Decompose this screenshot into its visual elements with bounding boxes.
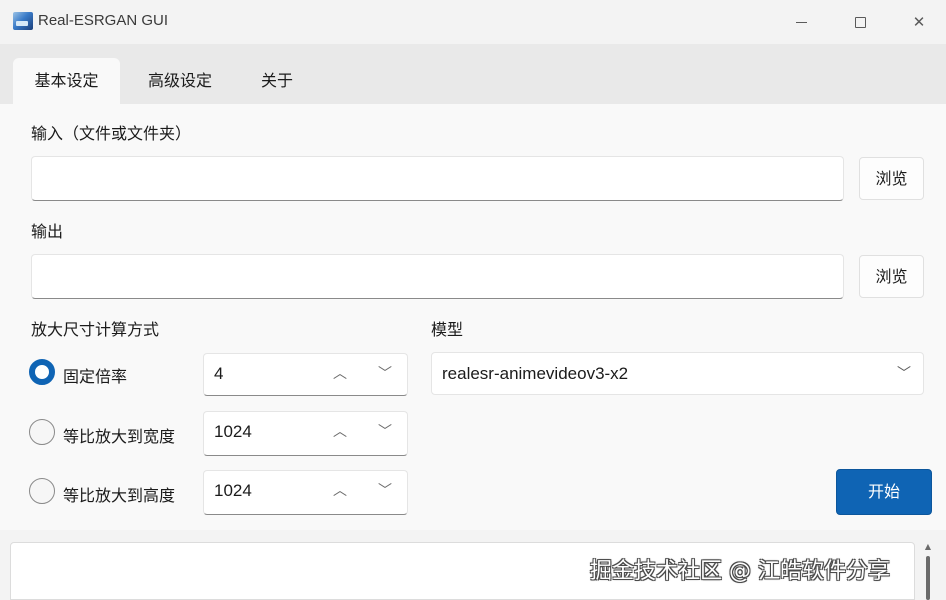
radio-scale-to-height[interactable]	[29, 478, 55, 504]
input-browse-button[interactable]: 浏览	[859, 157, 924, 200]
input-path-field[interactable]	[31, 156, 844, 201]
height-value: 1024	[214, 481, 252, 500]
maximize-button[interactable]	[831, 0, 889, 44]
scroll-thumb[interactable]	[926, 556, 930, 600]
chevron-down-icon[interactable]: ﹀	[374, 479, 396, 503]
output-path-field[interactable]	[31, 254, 844, 299]
input-label: 输入（文件或文件夹）	[31, 124, 192, 143]
radio-scale-to-height-label: 等比放大到高度	[63, 486, 176, 505]
title-bar: Real-ESRGAN GUI ✕	[0, 0, 946, 44]
tab-advanced-settings[interactable]: 高级设定	[124, 58, 236, 104]
model-selected-value: realesr-animevideov3-x2	[442, 364, 629, 383]
height-spinbox[interactable]: 1024 ︿ ﹀	[203, 470, 408, 515]
radio-scale-to-width[interactable]	[29, 419, 55, 445]
maximize-icon	[854, 16, 866, 28]
chevron-up-icon[interactable]: ︿	[329, 420, 351, 444]
watermark: 掘金技术社区 @ 江皓软件分享	[590, 559, 890, 584]
scale-method-label: 放大尺寸计算方式	[31, 320, 160, 339]
chevron-up-icon[interactable]: ︿	[329, 479, 351, 503]
close-icon: ✕	[912, 13, 926, 31]
fixed-scale-spinbox[interactable]: 4 ︿ ﹀	[203, 353, 408, 396]
start-button[interactable]: 开始	[836, 469, 932, 515]
fixed-scale-value: 4	[214, 364, 224, 383]
output-label: 输出	[31, 222, 64, 241]
tab-basic-settings[interactable]: 基本设定	[13, 58, 120, 104]
window-title: Real-ESRGAN GUI	[38, 12, 169, 29]
tab-about[interactable]: 关于	[236, 58, 318, 104]
minimize-button[interactable]	[772, 0, 830, 44]
minimize-icon	[795, 21, 807, 23]
chevron-up-icon[interactable]: ︿	[329, 362, 351, 386]
model-dropdown[interactable]: realesr-animevideov3-x2 ﹀	[431, 352, 924, 395]
radio-scale-to-width-label: 等比放大到宽度	[63, 427, 176, 446]
radio-fixed-scale-label: 固定倍率	[63, 367, 128, 386]
chevron-down-icon[interactable]: ﹀	[374, 362, 396, 386]
chevron-down-icon[interactable]: ﹀	[374, 420, 396, 444]
model-label: 模型	[431, 320, 464, 339]
width-spinbox[interactable]: 1024 ︿ ﹀	[203, 411, 408, 456]
chevron-down-icon: ﹀	[897, 366, 911, 382]
width-value: 1024	[214, 422, 252, 441]
radio-fixed-scale[interactable]	[29, 359, 55, 385]
scroll-up-icon[interactable]: ▲	[922, 542, 934, 551]
output-browse-button[interactable]: 浏览	[859, 255, 924, 298]
log-scrollbar[interactable]: ▲	[922, 542, 934, 600]
close-button[interactable]: ✕	[890, 0, 946, 44]
app-icon	[13, 12, 33, 30]
